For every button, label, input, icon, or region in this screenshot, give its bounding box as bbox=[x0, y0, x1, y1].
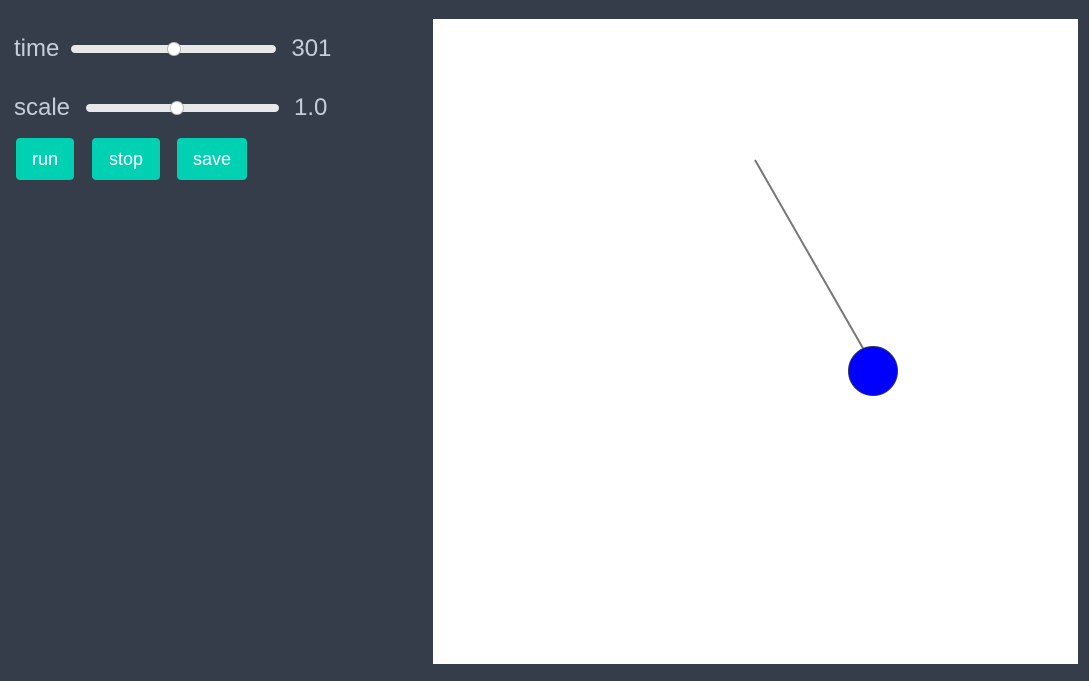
time-value: 301 bbox=[291, 35, 332, 62]
save-button[interactable]: save bbox=[177, 138, 247, 180]
scale-slider[interactable] bbox=[86, 101, 280, 115]
time-label: time bbox=[14, 35, 60, 62]
time-slider-thumb[interactable] bbox=[166, 42, 181, 56]
scale-control: scale 1.0 bbox=[14, 93, 327, 123]
run-button[interactable]: run bbox=[16, 138, 74, 180]
simulation-canvas[interactable] bbox=[433, 19, 1078, 664]
time-slider[interactable] bbox=[71, 42, 277, 56]
scale-label: scale bbox=[14, 94, 71, 121]
pendulum-bob bbox=[848, 346, 898, 396]
stop-button[interactable]: stop bbox=[92, 138, 160, 180]
time-control: time 301 bbox=[14, 34, 331, 64]
scale-slider-thumb[interactable] bbox=[169, 101, 184, 115]
pendulum-rod bbox=[754, 159, 865, 351]
scale-value: 1.0 bbox=[294, 94, 328, 121]
pendulum-drawing bbox=[754, 159, 898, 396]
control-panel: time 301 scale 1.0 run stop save bbox=[0, 0, 420, 681]
button-group: run stop save bbox=[16, 138, 247, 180]
